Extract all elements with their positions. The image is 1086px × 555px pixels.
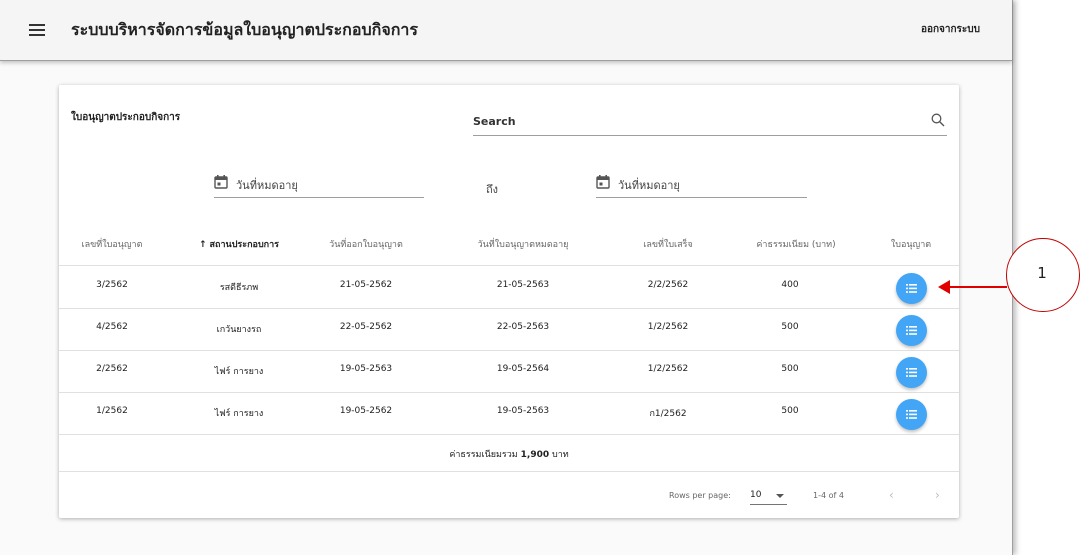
cell-receipt-no: 1/2/2562 [647, 322, 689, 332]
column-header-license-no[interactable]: เลขที่ใบอนุญาต [82, 237, 143, 251]
cell-license-no: 4/2562 [96, 322, 128, 332]
date-from-field[interactable]: วันที่หมดอายุ [214, 175, 424, 198]
top-app-bar: ระบบบริหารจัดการข้อมูลใบอนุญาตประกอบกิจก… [0, 0, 1012, 61]
callout-arrow-line [947, 286, 1007, 288]
callout-arrow-head [938, 280, 950, 294]
cell-fee: 500 [781, 364, 799, 374]
chevron-down-icon [776, 494, 784, 498]
cell-license-no: 1/2562 [96, 406, 128, 416]
page-range: 1-4 of 4 [813, 491, 844, 500]
column-header-business[interactable]: ↑ สถานประกอบการ [199, 237, 279, 251]
list-icon [906, 410, 917, 419]
license-card: ใบอนุญาตประกอบกิจการ วันที่หมดอายุ ถึง [59, 85, 959, 518]
column-header-expiry-date[interactable]: วันที่ใบอนุญาตหมดอายุ [478, 237, 569, 251]
pagination: Rows per page: 10 1-4 of 4 ‹ › [59, 472, 959, 518]
cell-license-no: 2/2562 [96, 364, 128, 374]
rows-per-page-label: Rows per page: [669, 491, 731, 500]
cell-expiry-date: 19-05-2563 [496, 406, 550, 416]
logout-button[interactable]: ออกจากระบบ [921, 22, 980, 37]
calendar-icon[interactable] [214, 175, 228, 189]
rows-per-page-value: 10 [750, 490, 762, 500]
rows-per-page-select[interactable]: 10 [750, 487, 787, 505]
cell-business: ไฟร์ การยาง [214, 367, 264, 377]
cell-expiry-date: 22-05-2563 [496, 322, 550, 332]
cell-receipt-no: ก1/2562 [649, 409, 687, 419]
table-row: 2/2562 ไฟร์ การยาง 19-05-2563 19-05-2564… [59, 350, 959, 393]
cell-fee: 500 [781, 322, 799, 332]
sort-arrow-icon: ↑ [199, 240, 207, 250]
cell-business: ไฟร์ การยาง [214, 409, 264, 419]
table-header: เลขที่ใบอนุญาต ↑ สถานประกอบการ วันที่ออกใ… [59, 230, 959, 266]
column-header-fee[interactable]: ค่าธรรมเนียม (บาท) [756, 237, 835, 251]
app-title: ระบบบริหารจัดการข้อมูลใบอนุญาตประกอบกิจก… [71, 19, 418, 39]
column-header-license[interactable]: ใบอนุญาต [891, 237, 931, 251]
cell-receipt-no: 2/2/2562 [647, 280, 689, 290]
list-icon [906, 284, 917, 293]
calendar-icon[interactable] [596, 175, 610, 189]
total-fee-value: 1,900 [520, 450, 550, 460]
cell-business: เกวันยางรถ [216, 325, 262, 335]
search-input[interactable] [473, 115, 913, 128]
cell-issue-date: 19-05-2563 [339, 364, 393, 374]
view-license-button[interactable] [896, 273, 927, 304]
total-fee-text: ค่าธรรมเนียมรวม 1,900 บาท [449, 447, 568, 461]
total-fee-suffix: บาท [551, 450, 569, 460]
view-license-button[interactable] [896, 357, 927, 388]
list-icon [906, 326, 917, 335]
cell-issue-date: 22-05-2562 [339, 322, 393, 332]
cell-license-no: 3/2562 [96, 280, 128, 290]
next-page-button[interactable]: › [935, 488, 940, 502]
callout-number: 1 [1037, 264, 1047, 282]
cell-expiry-date: 21-05-2563 [496, 280, 550, 290]
menu-icon[interactable] [29, 21, 45, 39]
total-fee-prefix: ค่าธรรมเนียมรวม [449, 450, 518, 460]
cell-issue-date: 21-05-2562 [339, 280, 393, 290]
search-icon[interactable] [931, 113, 945, 127]
cell-fee: 500 [781, 406, 799, 416]
to-label: ถึง [486, 183, 499, 196]
cell-expiry-date: 19-05-2564 [496, 364, 550, 374]
table-row: 3/2562 รสดีธีรภพ 21-05-2562 21-05-2563 2… [59, 266, 959, 309]
cell-receipt-no: 1/2/2562 [647, 364, 689, 374]
total-fee-row: ค่าธรรมเนียมรวม 1,900 บาท [59, 434, 959, 472]
cell-fee: 400 [781, 280, 799, 290]
cell-issue-date: 19-05-2562 [339, 406, 393, 416]
date-to-label: วันที่หมดอายุ [618, 179, 680, 192]
app-window: ระบบบริหารจัดการข้อมูลใบอนุญาตประกอบกิจก… [0, 0, 1013, 555]
table-row: 4/2562 เกวันยางรถ 22-05-2562 22-05-2563 … [59, 308, 959, 351]
column-header-receipt-no[interactable]: เลขที่ใบเสร็จ [643, 237, 692, 251]
search-field[interactable] [473, 107, 947, 136]
date-to-field[interactable]: วันที่หมดอายุ [596, 175, 807, 198]
list-icon [906, 368, 917, 377]
cell-business: รสดีธีรภพ [219, 283, 259, 293]
date-from-label: วันที่หมดอายุ [236, 179, 298, 192]
prev-page-button[interactable]: ‹ [889, 488, 894, 502]
table-row: 1/2562 ไฟร์ การยาง 19-05-2562 19-05-2563… [59, 392, 959, 435]
card-title: ใบอนุญาตประกอบกิจการ [71, 112, 181, 123]
view-license-button[interactable] [896, 315, 927, 346]
view-license-button[interactable] [896, 399, 927, 430]
column-header-business-label: สถานประกอบการ [209, 240, 279, 250]
column-header-issue-date[interactable]: วันที่ออกใบอนุญาต [329, 237, 403, 251]
